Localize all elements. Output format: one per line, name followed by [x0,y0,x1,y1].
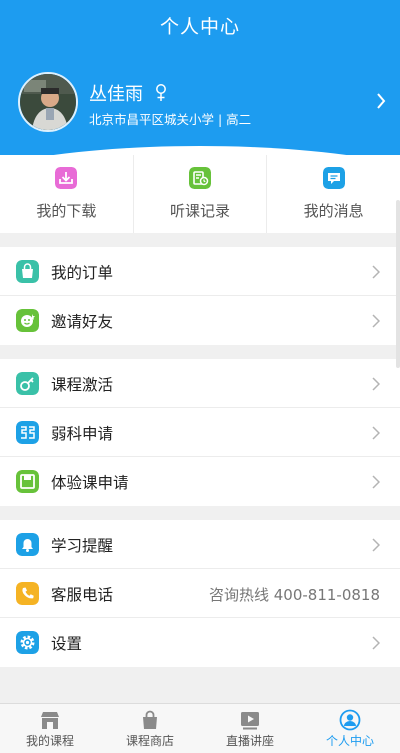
menu-item-label: 课程激活 [51,376,114,394]
chevron-right-icon [372,314,380,328]
menu-item-settings[interactable]: 设置 [0,618,400,667]
menu-item-customer-service-phone[interactable]: 客服电话 咨询热线 400-811-0818 [0,569,400,618]
subject-icon [16,421,39,444]
tab-label: 课程商店 [125,734,174,748]
tab-my-courses[interactable]: 我的课程 [0,704,100,753]
menu-item-invite-friends[interactable]: 邀请好友 [0,296,400,345]
menu-group-courses: 课程激活 弱科申请 体验课申请 [0,359,400,506]
chevron-right-icon [372,426,380,440]
user-icon [339,709,361,731]
avatar[interactable] [18,72,78,132]
female-icon [155,84,166,101]
chevron-right-icon [372,475,380,489]
tab-label: 个人中心 [325,734,374,748]
user-school: 北京市昌平区城关小学 | 高二 [89,112,252,127]
menu-item-study-reminder[interactable]: 学习提醒 [0,520,400,569]
chevron-right-icon [372,636,380,650]
menu-item-label: 弱科申请 [51,425,114,443]
video-icon [241,712,259,730]
bag-icon [16,260,39,283]
chevron-right-icon [372,265,380,279]
trial-icon [16,470,39,493]
menu-item-weak-subject-application[interactable]: 弱科申请 [0,408,400,457]
phone-icon [16,582,39,605]
scrollbar[interactable] [396,200,400,368]
menu-item-label: 学习提醒 [51,537,114,555]
chevron-right-icon [372,377,380,391]
quick-label: 我的消息 [303,202,364,220]
menu-group-orders: 我的订单 邀请好友 [0,247,400,345]
menu-item-label: 设置 [51,635,83,653]
quick-actions: 我的下载 听课记录 我的消息 [0,155,400,233]
profile-header: 个人中心 丛佳雨 北京市昌平区城关小学 | 高二 [0,0,400,158]
message-icon [322,167,345,189]
tab-personal-center[interactable]: 个人中心 [300,704,400,753]
user-name: 丛佳雨 [89,84,143,105]
user-name-line: 丛佳雨 [89,80,167,106]
quick-my-downloads[interactable]: 我的下载 [0,155,133,233]
menu-item-label: 体验课申请 [51,474,129,492]
key-icon [16,372,39,395]
hotline-value[interactable]: 咨询热线 400-811-0818 [209,584,380,605]
menu-item-label: 客服电话 [51,586,114,604]
quick-listening-history[interactable]: 听课记录 [132,155,267,233]
menu-item-my-orders[interactable]: 我的订单 [0,247,400,296]
menu-group-support: 学习提醒 客服电话 咨询热线 400-811-0818 设置 [0,520,400,667]
menu-item-course-activation[interactable]: 课程激活 [0,359,400,408]
tab-course-store[interactable]: 课程商店 [100,704,200,753]
store-icon [41,712,59,729]
chevron-right-icon [377,93,386,109]
history-icon [189,167,211,189]
bell-icon [16,533,39,556]
menu-item-label: 邀请好友 [51,313,114,331]
bottom-tab-bar: 我的课程 课程商店 直播讲座 个人中心 [0,703,400,753]
tab-live-lectures[interactable]: 直播讲座 [200,704,300,753]
tab-label: 直播讲座 [225,734,274,748]
quick-label: 我的下载 [36,202,97,220]
gear-icon [16,631,39,654]
page-title: 个人中心 [159,16,240,38]
profile-card[interactable]: 丛佳雨 北京市昌平区城关小学 | 高二 [18,72,392,132]
tab-label: 我的课程 [25,734,74,748]
download-icon [55,167,78,189]
shopping-bag-icon [143,710,157,729]
menu-item-label: 我的订单 [51,264,114,282]
friend-icon [16,309,39,332]
menu-item-trial-class-application[interactable]: 体验课申请 [0,457,400,506]
quick-my-messages[interactable]: 我的消息 [266,155,400,233]
quick-label: 听课记录 [170,202,231,220]
chevron-right-icon [372,538,380,552]
